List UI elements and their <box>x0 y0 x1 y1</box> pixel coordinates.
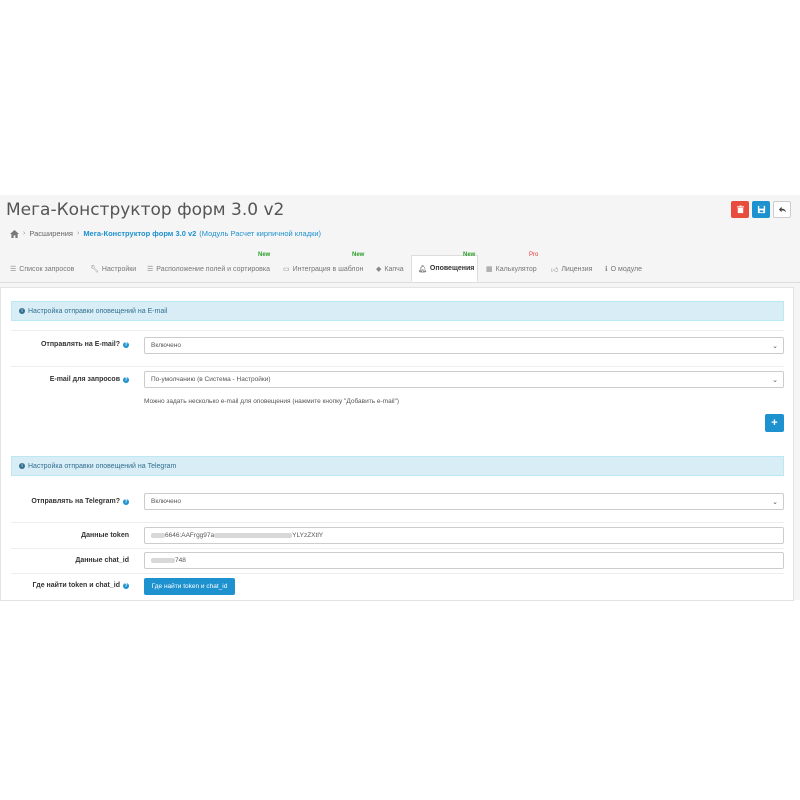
wrench-icon: 🔧︎ <box>90 266 99 273</box>
diamond-icon: ◆ <box>376 266 382 273</box>
token-text: YLYzZXtlY <box>292 532 324 539</box>
send-telegram-select[interactable]: Включено ⌄ <box>144 493 784 510</box>
new-badge: New <box>352 252 365 258</box>
tab-fields-layout[interactable]: ☰ Расположение полей и сортировка <box>147 256 270 282</box>
tab-label: Интеграция в шаблон <box>292 265 364 273</box>
list-icon: ☰ <box>10 266 17 273</box>
chevron-down-icon: ⌄ <box>772 499 778 506</box>
chevron-down-icon: ⌄ <box>772 343 778 350</box>
pro-badge: Pro <box>529 252 539 258</box>
tab-captcha[interactable]: ◆ Капча <box>376 256 404 282</box>
send-telegram-label: Отправлять на Telegram?? <box>31 498 129 505</box>
email-for-requests-label: E-mail для запросов? <box>50 376 129 383</box>
token-label: Данные token <box>81 532 129 539</box>
save-button[interactable] <box>752 201 770 218</box>
tab-license[interactable]: 👍︎ Лицензия <box>551 256 592 282</box>
tab-label: Калькулятор <box>495 265 537 273</box>
tab-label: Список запросов <box>19 265 75 273</box>
breadcrumb-current[interactable]: Мега-Конструктор форм 3.0 v2 <box>83 229 196 238</box>
divider <box>11 522 784 523</box>
label-text: Отправлять на Telegram? <box>31 498 120 505</box>
tab-label: О модуле <box>610 265 643 273</box>
page-title: Мега-Конструктор форм 3.0 v2 <box>6 200 285 220</box>
where-find-button[interactable]: Где найти token и chat_id <box>144 578 235 595</box>
tab-label: Лицензия <box>561 265 593 273</box>
back-button[interactable] <box>773 201 791 218</box>
redacted-text <box>151 533 165 538</box>
label-text: E-mail для запросов <box>49 376 120 383</box>
info-icon: i <box>19 308 25 314</box>
help-icon[interactable]: ? <box>123 498 129 505</box>
redacted-text <box>151 558 175 563</box>
telegram-section-header: i Настройка отправки оповещений на Teleg… <box>11 456 784 476</box>
tab-label: Капча <box>384 265 404 273</box>
chat-id-label: Данные chat_id <box>75 557 129 564</box>
email-hint: Можно задать несколько e-mail для оповещ… <box>144 398 400 405</box>
label-text: Отправлять на E-mail? <box>40 341 120 348</box>
label-text: Где найти token и chat_id <box>32 582 120 589</box>
tab-label: Настройки <box>101 265 137 273</box>
divider <box>11 548 784 549</box>
section-title: Настройка отправки оповещений на Telegra… <box>28 462 177 470</box>
breadcrumb-separator: › <box>23 230 26 237</box>
desktop-icon: ▭ <box>283 266 290 273</box>
home-icon[interactable] <box>10 229 19 238</box>
bell-icon: 🔔︎ <box>418 265 427 273</box>
breadcrumb: › Расширения › Мега-Конструктор форм 3.0… <box>10 229 321 238</box>
breadcrumb-module[interactable]: (Модуль Расчет кирпичной кладки) <box>199 229 321 238</box>
email-for-requests-select[interactable]: По-умолчанию (в Система - Настройки) ⌄ <box>144 371 784 388</box>
reply-icon <box>778 206 786 213</box>
delete-button[interactable] <box>731 201 749 218</box>
breadcrumb-separator: › <box>76 230 80 237</box>
tab-label: Расположение полей и сортировка <box>156 265 270 273</box>
divider <box>11 366 784 367</box>
chevron-down-icon: ⌄ <box>772 377 778 384</box>
select-value: По-умолчанию (в Система - Настройки) <box>151 376 271 383</box>
section-title: Настройка отправки оповещений на E-mail <box>28 307 168 315</box>
tab-requests[interactable]: ☰ Список запросов <box>10 256 74 282</box>
tab-notifications[interactable]: 🔔︎ Оповещения <box>411 255 478 282</box>
tab-divider <box>0 282 800 283</box>
select-value: Включено <box>151 498 181 505</box>
email-section-header: i Настройка отправки оповещений на E-mai… <box>11 301 784 321</box>
redacted-text <box>214 533 293 538</box>
help-icon[interactable]: ? <box>123 341 129 348</box>
tab-template-integration[interactable]: ▭ Интеграция в шаблон <box>283 256 363 282</box>
thumbs-up-icon: 👍︎ <box>551 266 559 274</box>
tab-settings[interactable]: 🔧︎ Настройки <box>90 256 136 282</box>
breadcrumb-extensions[interactable]: Расширения <box>29 229 73 238</box>
tab-about[interactable]: ℹО модуле <box>605 256 642 282</box>
token-input[interactable]: 6646:AAFrgg97a YLYzZXtlY <box>144 527 784 544</box>
select-value: Включено <box>151 342 181 349</box>
new-badge: New <box>258 252 271 258</box>
token-text: 6646:AAFrgg97a <box>165 532 215 539</box>
trash-icon <box>736 205 744 214</box>
info-icon: i <box>19 463 25 469</box>
tab-label: Оповещения <box>429 265 475 272</box>
help-icon[interactable]: ? <box>123 376 129 383</box>
divider <box>11 330 784 331</box>
divider <box>11 573 784 574</box>
info-icon: ℹ <box>605 266 608 273</box>
save-icon <box>757 205 765 214</box>
send-email-select[interactable]: Включено ⌄ <box>144 337 784 354</box>
list-icon: ☰ <box>147 266 154 273</box>
chat-id-input[interactable]: 748 <box>144 552 784 569</box>
new-badge: New <box>463 252 476 258</box>
send-email-label: Отправлять на E-mail?? <box>41 341 129 348</box>
help-icon[interactable]: ? <box>123 582 129 589</box>
tab-calculator[interactable]: ▦ Калькулятор <box>486 256 537 282</box>
calculator-icon: ▦ <box>486 266 493 273</box>
where-find-label: Где найти token и chat_id? <box>33 582 129 589</box>
add-email-button[interactable]: + <box>765 414 784 432</box>
chat-id-text: 748 <box>175 557 186 564</box>
